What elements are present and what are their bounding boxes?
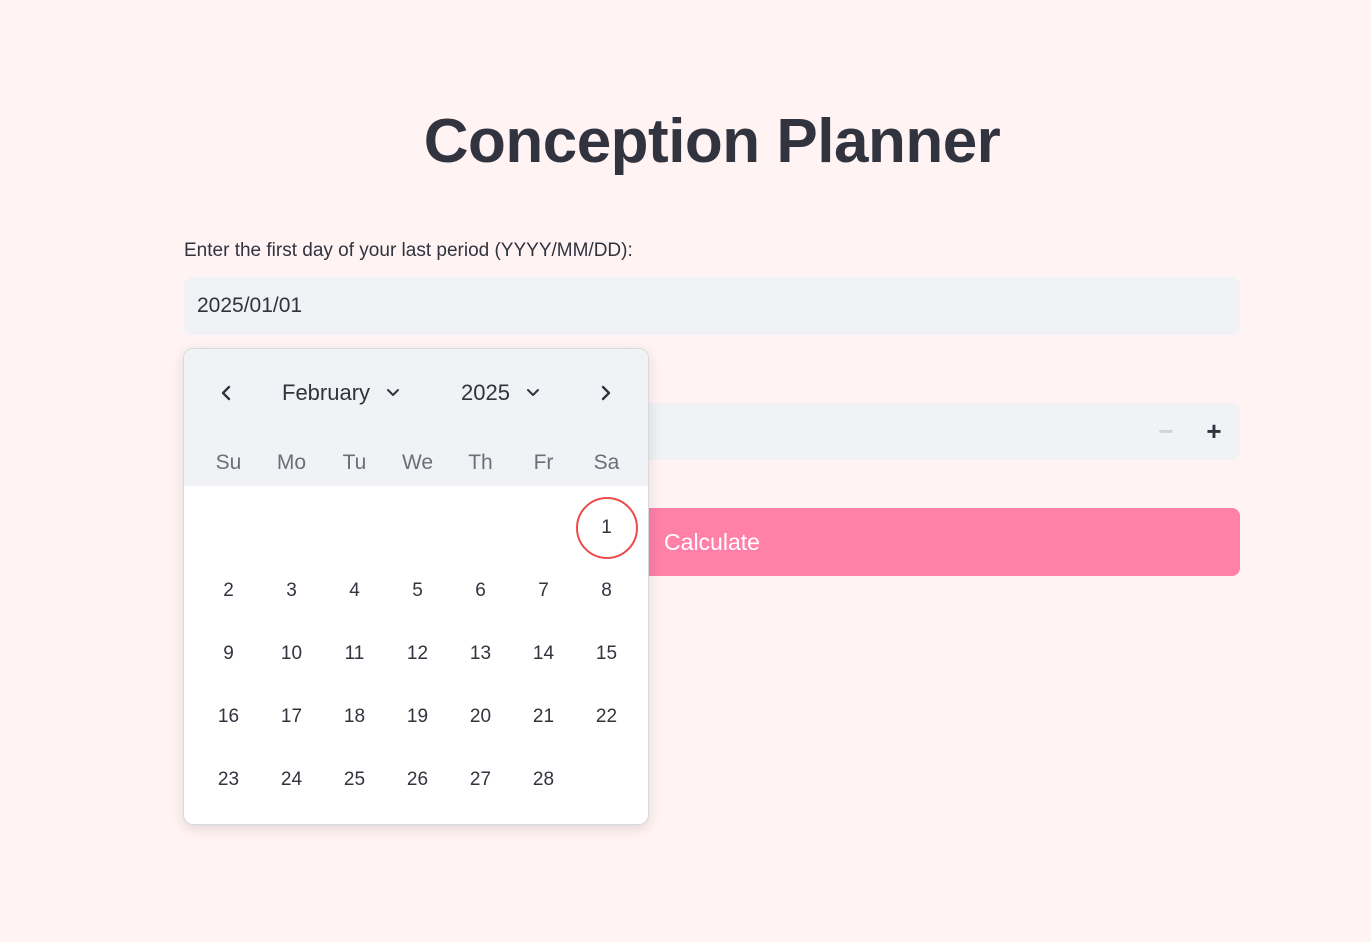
- calendar-day-label: 18: [343, 705, 366, 727]
- month-select-value: February: [282, 380, 371, 405]
- calendar-day-label: 21: [532, 705, 555, 727]
- calendar-day[interactable]: 23: [197, 748, 260, 811]
- calendar-day[interactable]: 4: [323, 559, 386, 622]
- year-select[interactable]: 2025: [461, 377, 540, 409]
- calendar-day-label: 9: [223, 642, 234, 664]
- calendar-day-label: 10: [280, 642, 303, 664]
- weekday-label: We: [401, 451, 434, 474]
- empty-day-cell: [386, 496, 449, 559]
- calendar-day[interactable]: 8: [575, 559, 638, 622]
- calendar-day[interactable]: 22: [575, 685, 638, 748]
- date-label: Enter the first day of your last period …: [184, 240, 633, 261]
- calendar-day[interactable]: 13: [449, 622, 512, 685]
- decrement-button[interactable]: −: [1142, 403, 1190, 460]
- empty-day-cell: [512, 496, 575, 559]
- page-title: Conception Planner: [423, 107, 1001, 176]
- calendar-day-label: 16: [217, 705, 240, 727]
- weekday-header-row: Su Mo Tu We Th Fr Sa: [197, 447, 638, 479]
- weekday-label: Sa: [593, 451, 620, 474]
- calendar-day[interactable]: 5: [386, 559, 449, 622]
- weekday-label: Tu: [342, 451, 367, 474]
- calendar-day-label: 23: [217, 768, 240, 790]
- calendar-day[interactable]: 1: [575, 496, 638, 559]
- next-month-button[interactable]: [590, 377, 622, 409]
- calendar-day-label: 11: [344, 642, 365, 664]
- calendar-day-label: 2: [223, 579, 234, 601]
- empty-day-cell: [260, 496, 323, 559]
- calendar-day-label: 13: [469, 642, 492, 664]
- calendar-day[interactable]: 21: [512, 685, 575, 748]
- calendar-day-label: 15: [595, 642, 618, 664]
- calendar-day[interactable]: 24: [260, 748, 323, 811]
- calendar-day-label: 7: [538, 579, 549, 601]
- calendar-day[interactable]: 12: [386, 622, 449, 685]
- chevron-down-icon: [526, 389, 539, 396]
- month-select[interactable]: February: [282, 377, 400, 409]
- calendar-day-label: 5: [412, 579, 423, 601]
- calendar-day[interactable]: 6: [449, 559, 512, 622]
- calendar-header: February 2025 Su Mo Tu We Th Fr Sa: [184, 349, 648, 486]
- date-input[interactable]: [184, 277, 1240, 335]
- calendar-day[interactable]: 7: [512, 559, 575, 622]
- calendar-day-label: 26: [406, 768, 429, 790]
- app-page: Conception Planner Enter the first day o…: [0, 0, 1371, 942]
- chevron-left-icon: [221, 385, 231, 401]
- calendar-day-label: 1: [575, 496, 638, 559]
- calendar-day-label: 8: [601, 579, 612, 601]
- weekday-label: Su: [215, 451, 242, 474]
- calendar-day[interactable]: 3: [260, 559, 323, 622]
- calendar-day[interactable]: 18: [323, 685, 386, 748]
- calendar-day[interactable]: 15: [575, 622, 638, 685]
- calendar-days-grid: 1 2 3 4 5 6 7 8 9 10 11 12 13 14 15 16 17 18 19 20 21 22 23 24 2…: [197, 496, 638, 811]
- calendar-day[interactable]: 10: [260, 622, 323, 685]
- calendar-day-label: 3: [286, 579, 297, 601]
- calendar-day[interactable]: 28: [512, 748, 575, 811]
- calendar-day[interactable]: 9: [197, 622, 260, 685]
- calendar-day[interactable]: 27: [449, 748, 512, 811]
- empty-day-cell: [449, 496, 512, 559]
- calendar-day-label: 24: [280, 768, 303, 790]
- calendar-day-label: 25: [343, 768, 366, 790]
- prev-month-button[interactable]: [210, 377, 242, 409]
- calendar-day[interactable]: 19: [386, 685, 449, 748]
- calendar-day[interactable]: 17: [260, 685, 323, 748]
- weekday-label: Th: [468, 451, 493, 474]
- chevron-down-icon: [387, 389, 400, 396]
- date-picker-popup: February 2025 Su Mo Tu We Th Fr Sa 1 2 3 4 5 6 7 8 9 10…: [183, 348, 649, 825]
- calendar-day[interactable]: 25: [323, 748, 386, 811]
- calendar-day-label: 28: [532, 768, 555, 790]
- calendar-day-label: 17: [280, 705, 303, 727]
- calendar-day-label: 27: [469, 768, 492, 790]
- year-select-value: 2025: [461, 380, 510, 405]
- calendar-day[interactable]: 26: [386, 748, 449, 811]
- calendar-day[interactable]: 11: [323, 622, 386, 685]
- calendar-day[interactable]: 20: [449, 685, 512, 748]
- calendar-day[interactable]: 2: [197, 559, 260, 622]
- weekday-label: Fr: [533, 451, 554, 474]
- calendar-day-label: 20: [469, 705, 492, 727]
- calendar-day-label: 14: [532, 642, 555, 664]
- empty-day-cell: [323, 496, 386, 559]
- calendar-day-label: 12: [406, 642, 429, 664]
- weekday-label: Mo: [276, 451, 307, 474]
- calendar-day-label: 22: [595, 705, 618, 727]
- chevron-right-icon: [601, 385, 611, 401]
- calendar-day-label: 19: [406, 705, 429, 727]
- calendar-day-label: 4: [349, 579, 360, 601]
- calendar-day[interactable]: 16: [197, 685, 260, 748]
- calendar-day-label: 6: [475, 579, 486, 601]
- calendar-day[interactable]: 14: [512, 622, 575, 685]
- increment-button[interactable]: +: [1190, 403, 1238, 460]
- empty-day-cell: [197, 496, 260, 559]
